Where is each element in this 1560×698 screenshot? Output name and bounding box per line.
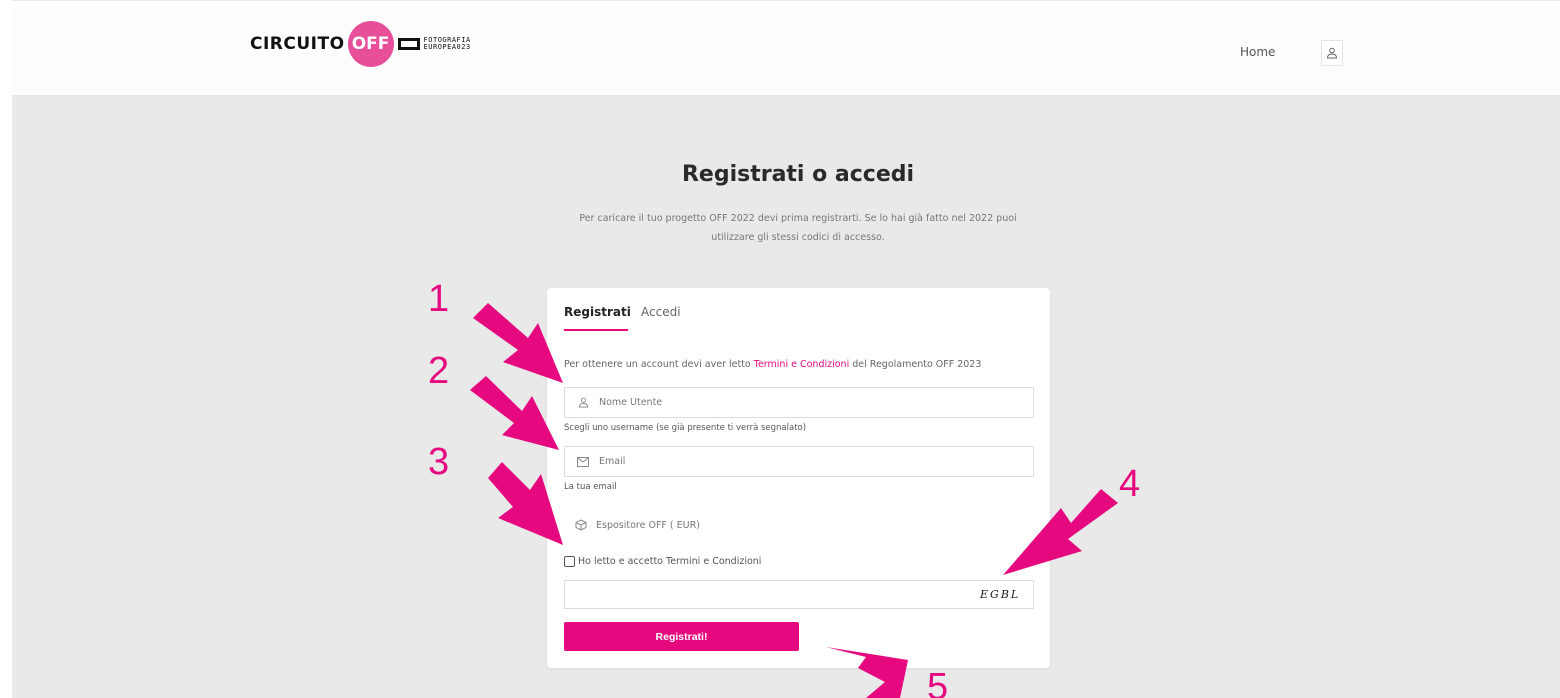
subtitle-line1: Per caricare il tuo progetto OFF 2022 de… (579, 213, 1017, 224)
logo[interactable]: CIRCUITO OFF FOTOGRAFIA EUROPEA023 (250, 21, 471, 67)
logo-box-icon (397, 38, 420, 50)
user-account-button[interactable] (1321, 40, 1343, 66)
nav-home-link[interactable]: Home (1240, 45, 1275, 59)
terms-link[interactable]: Termini e Condizioni (754, 359, 849, 370)
captcha-code: EGBL (980, 588, 1021, 601)
register-card (547, 288, 1050, 668)
tab-register[interactable]: Registrati (564, 305, 631, 319)
subtitle-line2: utilizzare gli stessi codici di accesso. (711, 232, 885, 243)
email-placeholder: Email (599, 456, 626, 467)
logo-circuito: CIRCUITO (250, 34, 345, 54)
page-title: Registrati o accedi (681, 162, 915, 187)
role-label: Espositore OFF ( EUR) (596, 520, 700, 531)
email-field[interactable]: Email (564, 446, 1034, 477)
username-placeholder: Nome Utente (599, 397, 663, 408)
email-help: La tua email (564, 482, 617, 492)
logo-off-badge: OFF (347, 21, 394, 67)
username-field[interactable]: Nome Utente (564, 387, 1034, 418)
info-before: Per ottenere un account devi aver letto (564, 359, 754, 370)
username-help: Scegli uno username (se già presente ti … (564, 423, 807, 433)
annotation-number-3: 3 (428, 441, 450, 483)
user-icon (576, 396, 590, 410)
role-display: Espositore OFF ( EUR) (575, 516, 700, 535)
logo-subtitle: FOTOGRAFIA EUROPEA023 (424, 37, 471, 51)
tab-login[interactable]: Accedi (641, 305, 681, 319)
annotation-number-5: 5 (927, 666, 949, 698)
info-after: del Regolamento OFF 2023 (849, 359, 982, 370)
terms-info-text: Per ottenere un account devi aver letto … (564, 359, 981, 370)
terms-checkbox-label[interactable]: Ho letto e accetto Termini e Condizioni (578, 556, 761, 567)
annotation-number-2: 2 (428, 350, 450, 392)
terms-checkbox[interactable] (564, 556, 575, 567)
terms-checkbox-row[interactable]: Ho letto e accetto Termini e Condizioni (564, 556, 761, 567)
box-icon (575, 516, 587, 535)
active-tab-indicator (564, 329, 628, 331)
captcha-input[interactable] (564, 580, 1034, 609)
annotation-number-1: 1 (428, 278, 450, 320)
page-subtitle: Per caricare il tuo progetto OFF 2022 de… (554, 209, 1042, 247)
logo-subtitle-line2: EUROPEA023 (423, 43, 471, 51)
user-icon (1326, 47, 1338, 59)
annotation-number-4: 4 (1119, 463, 1141, 505)
register-submit-button[interactable]: Registrati! (564, 622, 799, 651)
mail-icon (576, 455, 590, 469)
